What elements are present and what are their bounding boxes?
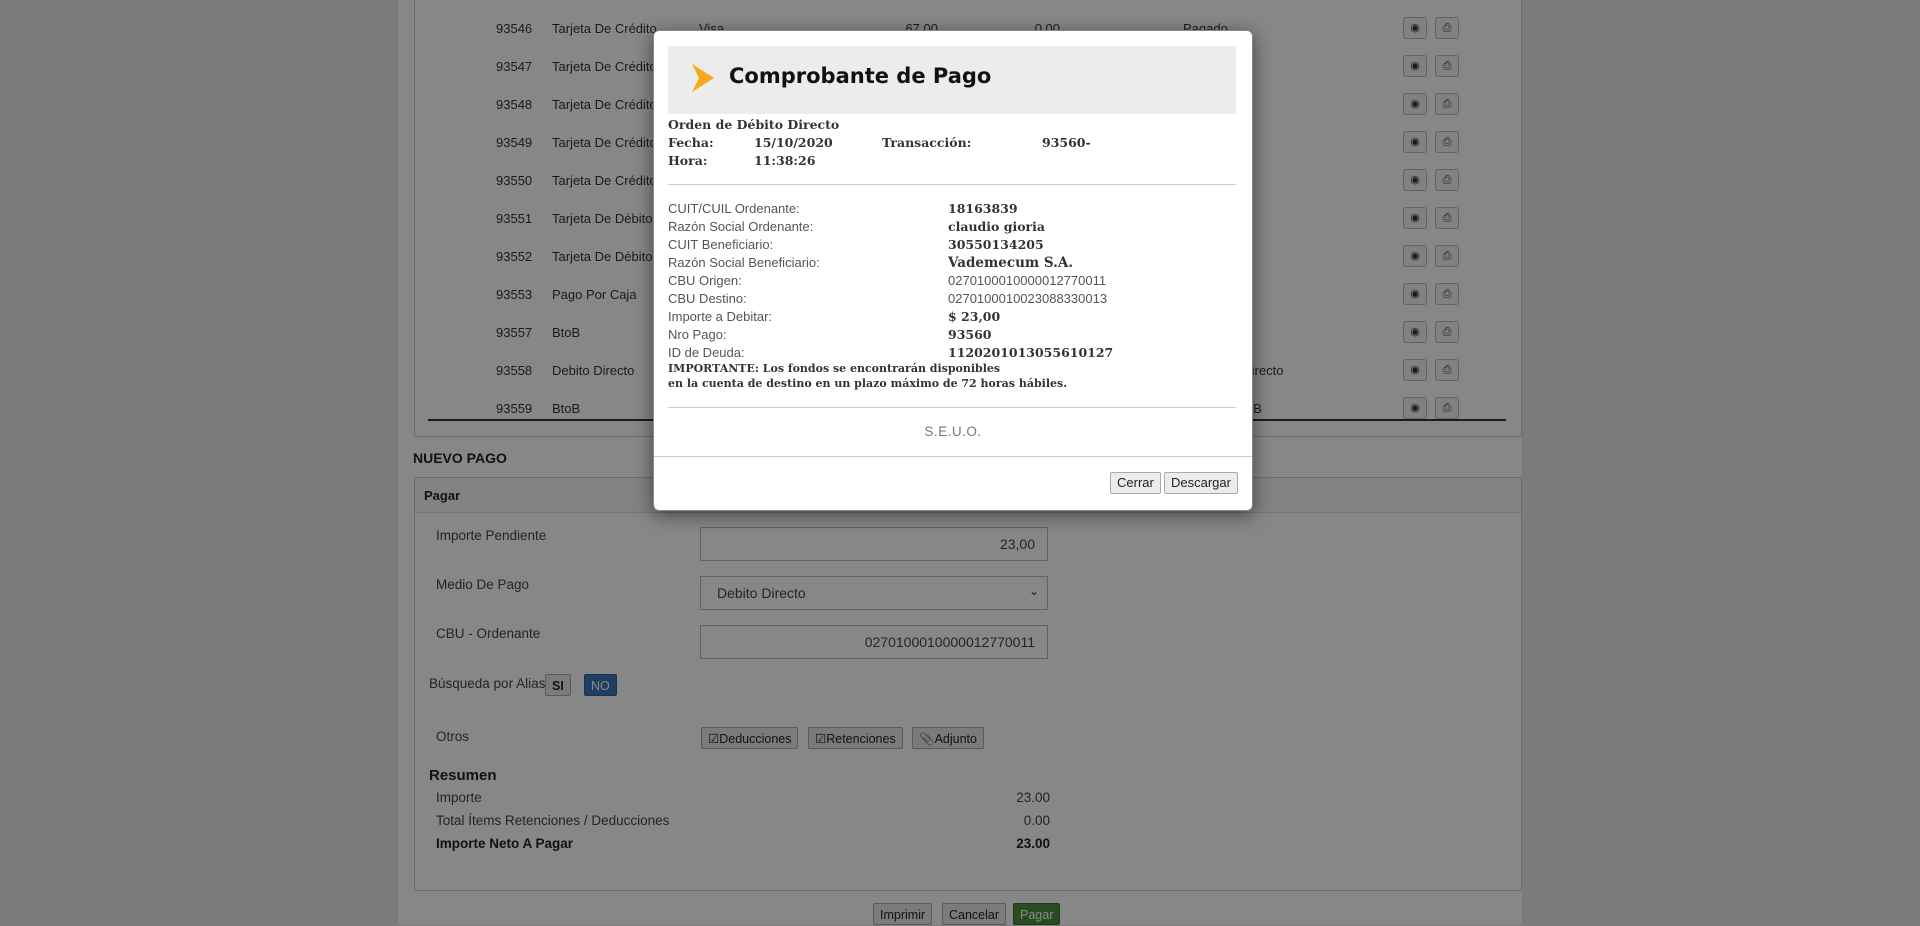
detail-value: 0270100010023088330013 (948, 291, 1108, 306)
detail-label: CBU Origen: (668, 273, 742, 288)
detail-label: Importe a Debitar: (668, 309, 773, 324)
detail-value: $ 23,00 (948, 309, 1001, 324)
transaccion-value: 93560- (1042, 135, 1091, 150)
detail-value: 0270100010000012770011 (948, 273, 1107, 288)
descargar-button[interactable]: Descargar (1164, 472, 1238, 494)
hora-label: Hora: (668, 153, 708, 168)
modal-footer-divider (654, 456, 1252, 457)
detail-value: 1120201013055610127 (948, 345, 1114, 360)
detail-value: Vademecum S.A. (948, 255, 1074, 271)
orden-subtitle: Orden de Débito Directo (668, 117, 840, 132)
fecha-value: 15/10/2020 (754, 135, 833, 150)
detail-value: claudio gioria (948, 219, 1045, 234)
importante-note-line1: IMPORTANTE: Los fondos se encontrarán di… (668, 362, 1001, 375)
modal-divider (668, 407, 1236, 408)
detail-label: Razón Social Ordenante: (668, 219, 814, 234)
importante-note-line2: en la cuenta de destino en un plazo máxi… (668, 377, 1068, 390)
arrow-notch (692, 64, 699, 92)
detail-label: CUIT/CUIL Ordenante: (668, 201, 800, 216)
modal-divider (668, 184, 1236, 185)
detail-label: CBU Destino: (668, 291, 747, 306)
modal-header: Comprobante de Pago (668, 46, 1236, 114)
detail-value: 30550134205 (948, 237, 1044, 252)
detail-label: CUIT Beneficiario: (668, 237, 774, 252)
hora-value: 11:38:26 (754, 153, 816, 168)
comprobante-modal: Comprobante de Pago Orden de Débito Dire… (653, 30, 1253, 511)
detail-label: Nro Pago: (668, 327, 727, 342)
cerrar-button[interactable]: Cerrar (1110, 472, 1161, 494)
seuo-text: S.E.U.O. (924, 424, 982, 439)
detail-label: ID de Deuda: (668, 345, 745, 360)
detail-value: 93560 (948, 327, 992, 342)
transaccion-label: Transacción: (882, 135, 972, 150)
fecha-label: Fecha: (668, 135, 714, 150)
detail-label: Razón Social Beneficiario: (668, 255, 820, 270)
detail-value: 18163839 (948, 201, 1018, 216)
modal-title: Comprobante de Pago (729, 64, 992, 88)
